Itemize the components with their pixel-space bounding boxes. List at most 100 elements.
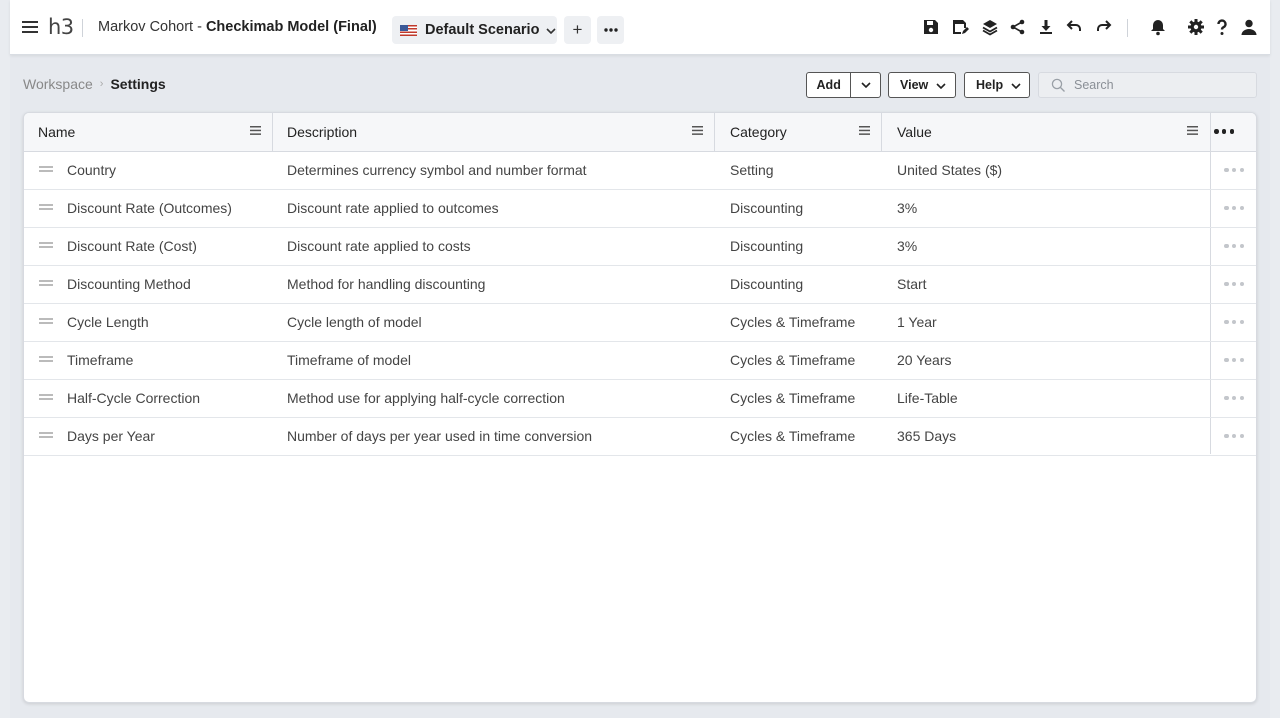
drag-handle-icon[interactable] bbox=[39, 394, 53, 400]
cell-description[interactable]: Discount rate applied to outcomes bbox=[287, 189, 499, 226]
top-bar: h3 Markov Cohort - Checkimab Model (Fina… bbox=[10, 0, 1270, 55]
redo-icon[interactable] bbox=[1094, 17, 1114, 37]
user-icon[interactable] bbox=[1239, 17, 1259, 37]
column-menu-icon[interactable] bbox=[859, 126, 870, 135]
column-menu-icon[interactable] bbox=[692, 126, 703, 135]
model-name[interactable]: Checkimab Model (Final) bbox=[206, 19, 377, 35]
cell-name[interactable]: Days per Year bbox=[67, 417, 155, 454]
drag-handle-icon[interactable] bbox=[39, 432, 53, 438]
drag-handle-icon[interactable] bbox=[39, 356, 53, 362]
cell-value[interactable]: 3% bbox=[897, 189, 917, 226]
add-scenario-button[interactable]: + bbox=[564, 16, 591, 44]
cell-name[interactable]: Country bbox=[67, 151, 116, 188]
cell-category[interactable]: Cycles & Timeframe bbox=[730, 303, 855, 340]
cell-value[interactable]: 3% bbox=[897, 227, 917, 264]
table-row[interactable]: Discount Rate (Cost) Discount rate applie… bbox=[24, 227, 1256, 266]
cell-category[interactable]: Discounting bbox=[730, 189, 803, 226]
cell-name[interactable]: Timeframe bbox=[67, 341, 133, 378]
cell-description[interactable]: Method for handling discounting bbox=[287, 265, 485, 302]
row-options-icon[interactable] bbox=[1224, 318, 1244, 326]
column-divider bbox=[714, 113, 715, 151]
cell-description[interactable]: Method use for applying half-cycle corre… bbox=[287, 379, 565, 416]
drag-handle-icon[interactable] bbox=[39, 204, 53, 210]
table-row[interactable]: Country Determines currency symbol and nu… bbox=[24, 151, 1256, 190]
row-options-icon[interactable] bbox=[1224, 356, 1244, 364]
more-options-button[interactable] bbox=[597, 16, 624, 44]
cell-value[interactable]: 20 Years bbox=[897, 341, 952, 378]
cell-description[interactable]: Discount rate applied to costs bbox=[287, 227, 471, 264]
save-icon[interactable] bbox=[921, 17, 941, 37]
search-input[interactable] bbox=[1072, 77, 1246, 93]
cell-value[interactable]: 1 Year bbox=[897, 303, 937, 340]
add-dropdown-button[interactable] bbox=[851, 82, 880, 88]
cell-description[interactable]: Number of days per year used in time con… bbox=[287, 417, 592, 454]
cell-category[interactable]: Setting bbox=[730, 151, 774, 188]
scenario-label: Default Scenario bbox=[425, 22, 540, 38]
add-button-group: Add bbox=[806, 72, 881, 98]
scenario-dropdown[interactable]: Default Scenario bbox=[392, 16, 557, 44]
bell-icon[interactable] bbox=[1148, 17, 1168, 37]
settings-table: Name Description Category Value Country D… bbox=[23, 112, 1257, 703]
row-options-icon[interactable] bbox=[1224, 280, 1244, 288]
column-divider bbox=[881, 113, 882, 151]
column-menu-icon[interactable] bbox=[250, 126, 261, 135]
layers-icon[interactable] bbox=[980, 17, 1000, 37]
column-header-name[interactable]: Name bbox=[24, 113, 273, 151]
cell-value[interactable]: United States ($) bbox=[897, 151, 1002, 188]
menu-icon[interactable] bbox=[22, 0, 44, 54]
help-button[interactable]: Help bbox=[964, 72, 1030, 98]
share-icon[interactable] bbox=[1008, 17, 1028, 37]
table-row[interactable]: Half-Cycle Correction Method use for appl… bbox=[24, 379, 1256, 418]
cell-name[interactable]: Cycle Length bbox=[67, 303, 149, 340]
column-label: Category bbox=[730, 124, 787, 140]
table-options-icon[interactable] bbox=[1214, 129, 1234, 134]
cell-name[interactable]: Discount Rate (Cost) bbox=[67, 227, 197, 264]
divider bbox=[1127, 19, 1128, 37]
cell-category[interactable]: Discounting bbox=[730, 227, 803, 264]
drag-handle-icon[interactable] bbox=[39, 166, 53, 172]
cell-value[interactable]: 365 Days bbox=[897, 417, 956, 454]
add-button[interactable]: Add bbox=[807, 73, 852, 97]
cell-description[interactable]: Determines currency symbol and number fo… bbox=[287, 151, 587, 188]
column-divider bbox=[272, 113, 273, 151]
cell-category[interactable]: Cycles & Timeframe bbox=[730, 417, 855, 454]
cell-description[interactable]: Timeframe of model bbox=[287, 341, 411, 378]
table-row[interactable]: Timeframe Timeframe of model Cycles & Time… bbox=[24, 341, 1256, 380]
column-header-description[interactable]: Description bbox=[273, 113, 715, 151]
column-header-category[interactable]: Category bbox=[715, 113, 882, 151]
drag-handle-icon[interactable] bbox=[39, 280, 53, 286]
gear-icon[interactable] bbox=[1186, 17, 1206, 37]
table-row[interactable]: Days per Year Number of days per year use… bbox=[24, 417, 1256, 456]
app-logo[interactable]: h3 bbox=[48, 0, 74, 54]
cell-category[interactable]: Cycles & Timeframe bbox=[730, 341, 855, 378]
undo-icon[interactable] bbox=[1064, 17, 1084, 37]
cell-value[interactable]: Life-Table bbox=[897, 379, 958, 416]
breadcrumb-workspace[interactable]: Workspace bbox=[23, 76, 93, 92]
cell-name[interactable]: Discount Rate (Outcomes) bbox=[67, 189, 232, 226]
row-options-icon[interactable] bbox=[1224, 432, 1244, 440]
column-menu-icon[interactable] bbox=[1187, 126, 1198, 135]
drag-handle-icon[interactable] bbox=[39, 318, 53, 324]
cell-value[interactable]: Start bbox=[897, 265, 927, 302]
cell-category[interactable]: Cycles & Timeframe bbox=[730, 379, 855, 416]
us-flag-icon bbox=[400, 24, 417, 36]
cell-description[interactable]: Cycle length of model bbox=[287, 303, 422, 340]
view-button[interactable]: View bbox=[888, 72, 956, 98]
table-row[interactable]: Cycle Length Cycle length of model Cycles … bbox=[24, 303, 1256, 342]
cell-name[interactable]: Half-Cycle Correction bbox=[67, 379, 200, 416]
more-icon bbox=[603, 28, 618, 32]
drag-handle-icon[interactable] bbox=[39, 242, 53, 248]
save-as-icon[interactable] bbox=[950, 17, 970, 37]
table-row[interactable]: Discount Rate (Outcomes) Discount rate ap… bbox=[24, 189, 1256, 228]
row-options-icon[interactable] bbox=[1224, 394, 1244, 402]
table-row[interactable]: Discounting Method Method for handling di… bbox=[24, 265, 1256, 304]
download-icon[interactable] bbox=[1036, 17, 1056, 37]
cell-name[interactable]: Discounting Method bbox=[67, 265, 191, 302]
row-options-icon[interactable] bbox=[1224, 242, 1244, 250]
column-header-value[interactable]: Value bbox=[882, 113, 1210, 151]
row-options-icon[interactable] bbox=[1224, 204, 1244, 212]
help-icon[interactable] bbox=[1212, 17, 1232, 37]
column-label: Name bbox=[38, 124, 76, 140]
row-options-icon[interactable] bbox=[1224, 166, 1244, 174]
cell-category[interactable]: Discounting bbox=[730, 265, 803, 302]
